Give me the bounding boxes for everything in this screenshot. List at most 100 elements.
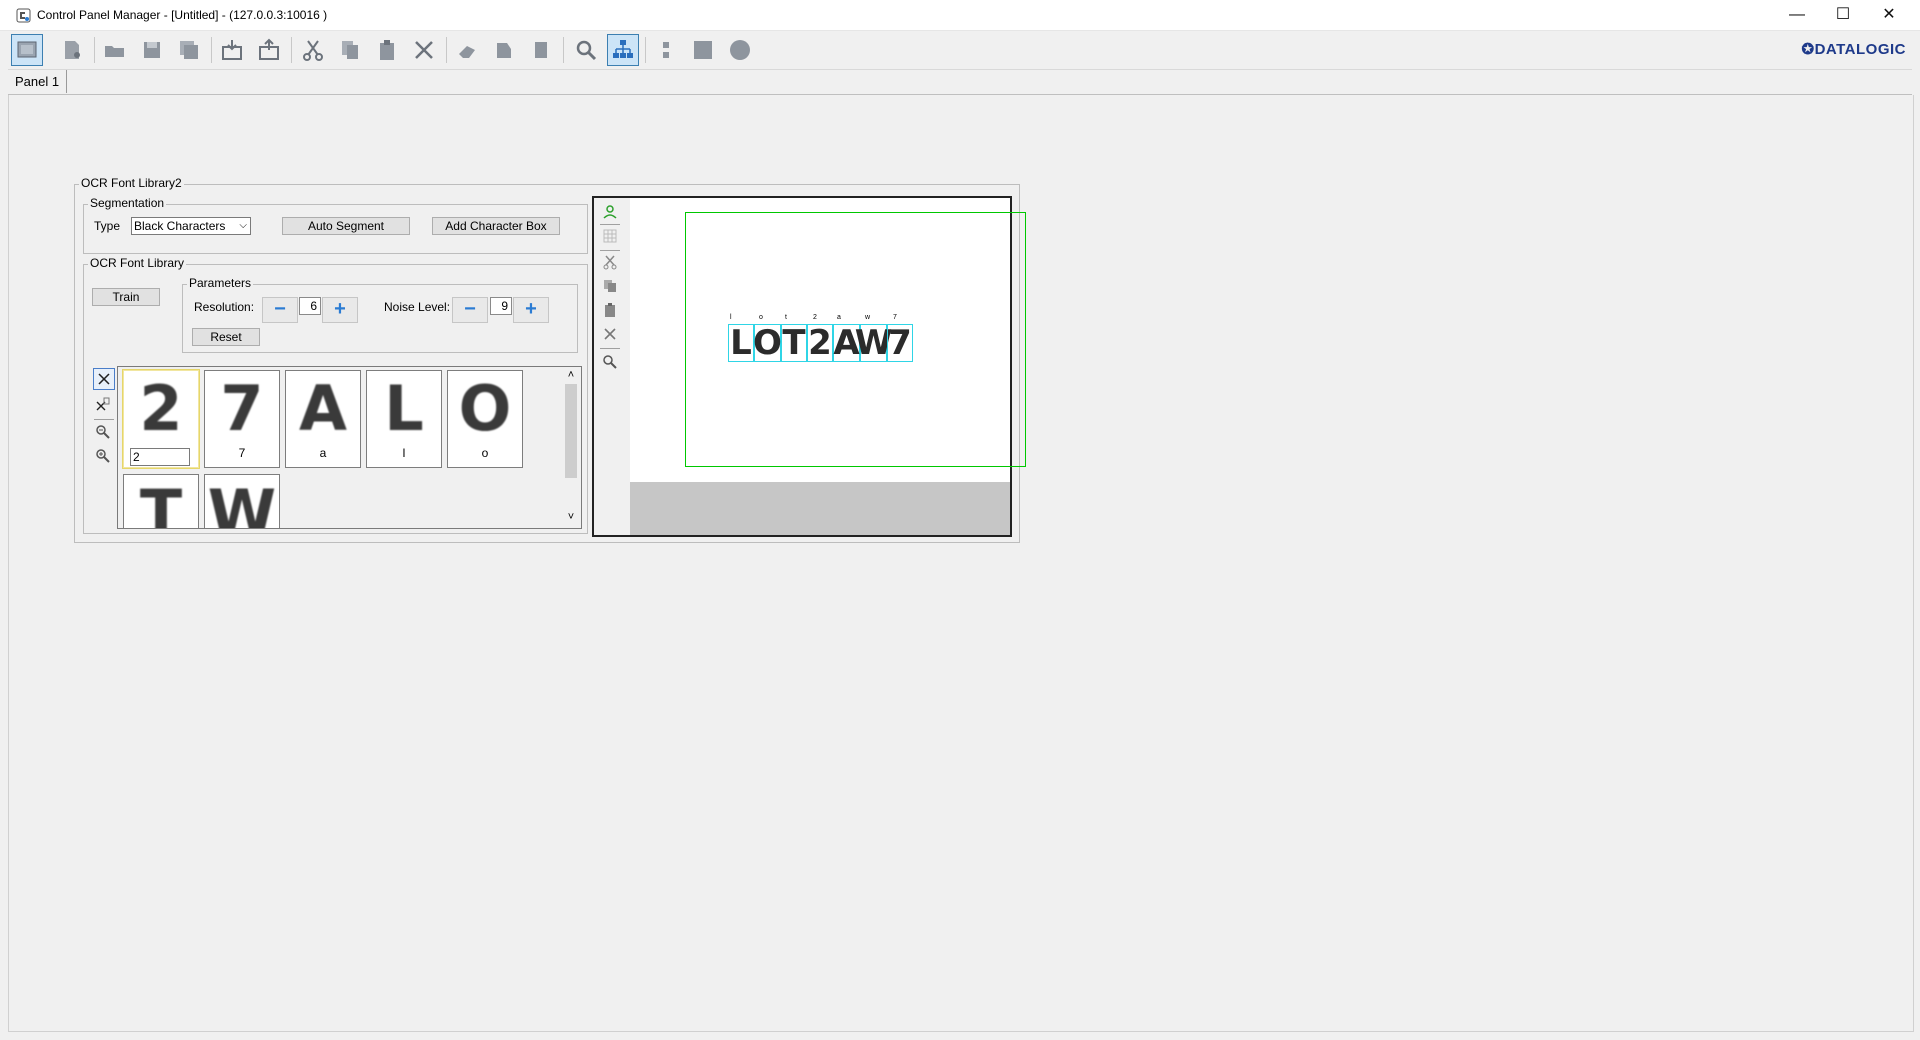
delete-icon [604, 328, 616, 340]
reset-button[interactable]: Reset [192, 328, 260, 346]
open-button[interactable] [99, 34, 131, 66]
type-label: Type [94, 219, 121, 233]
character-tile-a[interactable]: A a [285, 370, 361, 468]
import-button[interactable] [216, 34, 248, 66]
grid-tool[interactable] [600, 226, 620, 246]
maximize-button[interactable]: ☐ [1820, 0, 1866, 30]
viewer-delete-tool[interactable] [600, 324, 620, 344]
viewer-copy-tool[interactable] [600, 276, 620, 296]
ocr-character-box[interactable]: 7 [887, 323, 913, 363]
delete-character-icon [96, 397, 110, 411]
train-button[interactable]: Train [92, 288, 160, 306]
new-panel-button[interactable] [56, 34, 88, 66]
delete-button[interactable] [408, 34, 440, 66]
tab-row: Panel 1 [8, 70, 1912, 95]
character-image: O [458, 371, 512, 445]
type-select[interactable]: Black Characters ⌵ [131, 217, 251, 235]
align-right-button[interactable] [488, 34, 520, 66]
char-tag: w [865, 314, 871, 321]
resolution-increase-button[interactable]: + [322, 297, 358, 323]
zoom-button[interactable] [570, 34, 602, 66]
save-button[interactable] [136, 34, 168, 66]
scroll-up-arrow[interactable]: ˄ [563, 368, 579, 382]
zoom-in-icon [96, 449, 110, 463]
toolbar [8, 31, 1912, 70]
rectangle-icon [694, 41, 712, 59]
delete-character-tool[interactable] [93, 394, 113, 414]
copy-icon [342, 41, 358, 59]
resolution-label: Resolution: [194, 300, 255, 314]
select-tool-button[interactable] [11, 34, 43, 66]
character-tile-2[interactable]: 2 [122, 369, 200, 469]
character-label-input[interactable] [130, 448, 190, 466]
resolution-value[interactable]: 6 [299, 297, 321, 315]
save-all-button[interactable] [173, 34, 205, 66]
delete-icon [415, 41, 433, 59]
chevron-down-icon: ⌵ [239, 220, 247, 231]
app-icon [16, 8, 31, 23]
clipboard-icon [605, 303, 615, 317]
title-bar: Control Panel Manager - [Untitled] - (12… [0, 0, 1920, 31]
char-tag: 2 [813, 314, 817, 321]
minimize-button[interactable]: — [1774, 0, 1820, 30]
character-image: T [139, 475, 183, 529]
zoom-out-tool[interactable] [93, 422, 113, 442]
stack-button[interactable] [650, 34, 682, 66]
import-icon [222, 40, 242, 60]
viewer-zoom-tool[interactable] [600, 352, 620, 372]
character-tile-l[interactable]: L l [366, 370, 442, 468]
folder-open-icon [105, 46, 124, 57]
close-button[interactable]: ✕ [1866, 0, 1912, 30]
select-character-tool[interactable] [93, 368, 115, 390]
segmentation-legend: Segmentation [88, 196, 167, 210]
ocr-character-box[interactable]: W [855, 323, 893, 363]
export-button[interactable] [253, 34, 285, 66]
cut-button[interactable] [297, 34, 329, 66]
char-tag: l [730, 314, 732, 321]
align-bottom-button[interactable] [525, 34, 557, 66]
parameters-legend: Parameters [187, 276, 254, 290]
widget-title: OCR Font Library2 [79, 176, 184, 190]
hierarchy-button[interactable] [607, 34, 639, 66]
image-viewer: l o t 2 a w 7 L O T 2 A W 7 [592, 196, 1026, 537]
viewer-paste-tool[interactable] [600, 300, 620, 320]
character-list-scrollbar[interactable]: ˄ ˅ [563, 368, 579, 524]
rectangle-button[interactable] [687, 34, 719, 66]
scroll-down-arrow[interactable]: ˅ [563, 510, 579, 524]
char-tag: a [837, 314, 841, 321]
character-label: l [402, 446, 406, 460]
zoom-out-icon [96, 425, 110, 439]
viewer-cut-tool[interactable] [600, 252, 620, 272]
ocr-character-box[interactable]: T [781, 323, 807, 363]
circle-button[interactable] [724, 34, 756, 66]
ocr-character-box[interactable]: O [753, 323, 782, 363]
noise-increase-button[interactable]: + [513, 297, 549, 323]
pointer-cross-icon [98, 373, 110, 385]
character-image: 2 [139, 371, 183, 445]
align-left-button[interactable] [451, 34, 483, 66]
ocr-character-box[interactable]: 2 [807, 323, 833, 363]
circle-icon [730, 40, 750, 60]
noise-level-value[interactable]: 9 [490, 297, 512, 315]
character-tile-o[interactable]: O o [447, 370, 523, 468]
noise-decrease-button[interactable]: − [452, 297, 488, 323]
scroll-thumb[interactable] [565, 384, 577, 478]
datalogic-logo: ✪DATALOGIC [1801, 40, 1906, 58]
paste-button[interactable] [371, 34, 403, 66]
teach-tool[interactable] [600, 202, 620, 222]
canvas-empty-area [630, 482, 1010, 535]
person-icon [603, 205, 617, 219]
noise-level-label: Noise Level: [384, 300, 451, 314]
add-character-box-button[interactable]: Add Character Box [432, 217, 560, 235]
resolution-decrease-button[interactable]: − [262, 297, 298, 323]
segmentation-group: Segmentation Type Black Characters ⌵ Aut… [83, 196, 588, 254]
zoom-in-tool[interactable] [93, 446, 113, 466]
zoom-icon [603, 355, 617, 369]
auto-segment-button[interactable]: Auto Segment [282, 217, 410, 235]
tab-panel-1[interactable]: Panel 1 [8, 70, 68, 93]
copy-button[interactable] [334, 34, 366, 66]
character-tile-w[interactable]: W [204, 474, 280, 528]
character-tile-7[interactable]: 7 7 [204, 370, 280, 468]
character-tile-t[interactable]: T [123, 474, 199, 529]
ocr-character-box[interactable]: L [728, 323, 754, 363]
